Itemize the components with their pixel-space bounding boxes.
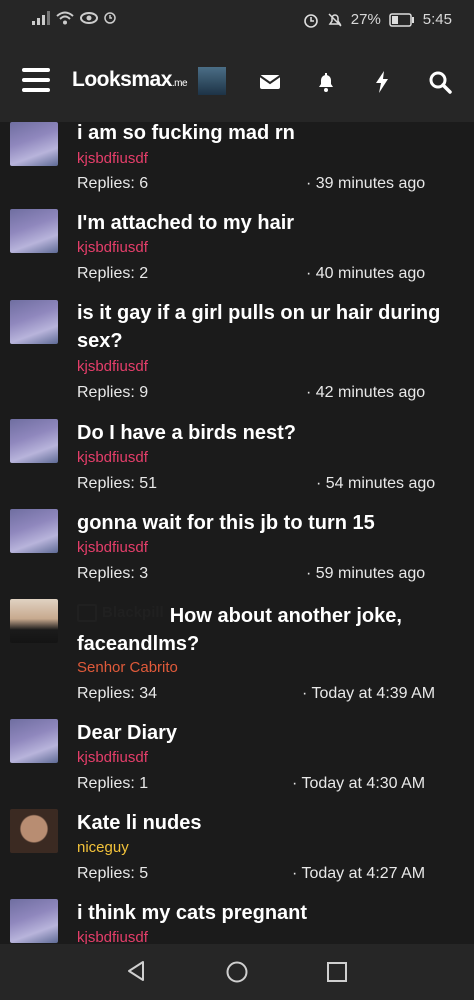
back-icon[interactable] [125, 959, 147, 983]
thread-list: i am so fucking mad rn kjsbdfiusdf Repli… [0, 122, 474, 944]
thread-author[interactable]: Senhor Cabrito [77, 659, 178, 676]
thread-author[interactable]: kjsbdfiusdf [77, 449, 148, 466]
thread-time[interactable]: · 39 minutes ago [306, 175, 425, 193]
thread-author[interactable]: kjsbdfiusdf [77, 150, 148, 167]
bell-icon[interactable] [313, 69, 339, 95]
author-avatar[interactable] [10, 719, 58, 763]
site-logo[interactable]: Looksmax.me [72, 68, 188, 92]
reply-count: Replies: 3 [77, 565, 149, 582]
user-avatar[interactable] [198, 67, 226, 95]
thread-time[interactable]: · Today at 4:30 AM [292, 775, 425, 793]
author-avatar[interactable] [10, 209, 58, 253]
thread-time[interactable]: · 59 minutes ago [306, 565, 425, 583]
reply-count: Replies: 2 [77, 265, 149, 282]
reply-count: Replies: 5 [77, 865, 149, 882]
thread-prefix-label[interactable]: Blackpill [77, 599, 164, 627]
author-avatar[interactable] [10, 509, 58, 553]
thread-author[interactable]: kjsbdfiusdf [77, 749, 148, 766]
thread-title[interactable]: gonna wait for this jb to turn 15 [77, 509, 444, 537]
alarm-icon [303, 13, 318, 28]
author-avatar[interactable] [10, 809, 58, 853]
author-avatar[interactable] [10, 300, 58, 344]
thread-title[interactable]: i am so fucking mad rn [77, 122, 444, 147]
thread-time[interactable]: · 54 minutes ago [316, 475, 435, 493]
author-avatar[interactable] [10, 122, 58, 166]
thread-time[interactable]: · Today at 4:27 AM [292, 865, 425, 883]
thread-title[interactable]: Do I have a birds nest? [77, 419, 444, 447]
reply-count: Replies: 51 [77, 475, 158, 492]
battery-icon [389, 12, 414, 27]
home-icon[interactable] [225, 960, 249, 984]
thread-title[interactable]: i think my cats pregnant [77, 899, 444, 927]
system-nav-bar [0, 944, 474, 1000]
reply-count: Replies: 34 [77, 685, 158, 702]
menu-icon[interactable] [22, 68, 50, 92]
thread-author[interactable]: kjsbdfiusdf [77, 358, 148, 375]
author-avatar[interactable] [10, 599, 58, 643]
battery-percent: 27% [350, 11, 381, 28]
wifi-icon [56, 11, 74, 25]
reply-count: Replies: 9 [77, 384, 149, 401]
thread-author[interactable]: kjsbdfiusdf [77, 239, 148, 256]
reply-count: Replies: 6 [77, 175, 149, 192]
thread-title[interactable]: Dear Diary [77, 719, 444, 747]
signal-icon [32, 11, 50, 25]
thread-time[interactable]: · Today at 4:39 AM [302, 685, 435, 703]
lightning-icon[interactable] [369, 69, 395, 95]
recents-icon[interactable] [326, 961, 348, 983]
thread-time[interactable]: · 40 minutes ago [306, 265, 425, 283]
thread-author[interactable]: niceguy [77, 839, 129, 856]
thread-author[interactable]: kjsbdfiusdf [77, 929, 148, 944]
chat-bubble-icon [77, 604, 97, 622]
alarm-small-icon [104, 12, 116, 24]
reply-count: Replies: 1 [77, 775, 149, 792]
author-avatar[interactable] [10, 419, 58, 463]
thread-title[interactable]: Blackpill How about another joke, faceand… [77, 599, 444, 658]
thread-title[interactable]: is it gay if a girl pulls on ur hair dur… [77, 299, 444, 355]
thread-title[interactable]: I'm attached to my hair [77, 209, 444, 237]
app-header: Looksmax.me [0, 40, 474, 122]
thread-time[interactable]: · 42 minutes ago [306, 384, 425, 402]
thread-title[interactable]: Kate li nudes [77, 809, 444, 837]
status-bar: 27% 5:45 [0, 0, 474, 40]
search-icon[interactable] [427, 69, 453, 95]
clock: 5:45 [422, 11, 452, 28]
eye-icon [80, 12, 98, 24]
mail-icon[interactable] [257, 69, 283, 95]
mute-icon [328, 12, 342, 27]
thread-author[interactable]: kjsbdfiusdf [77, 539, 148, 556]
author-avatar[interactable] [10, 899, 58, 943]
